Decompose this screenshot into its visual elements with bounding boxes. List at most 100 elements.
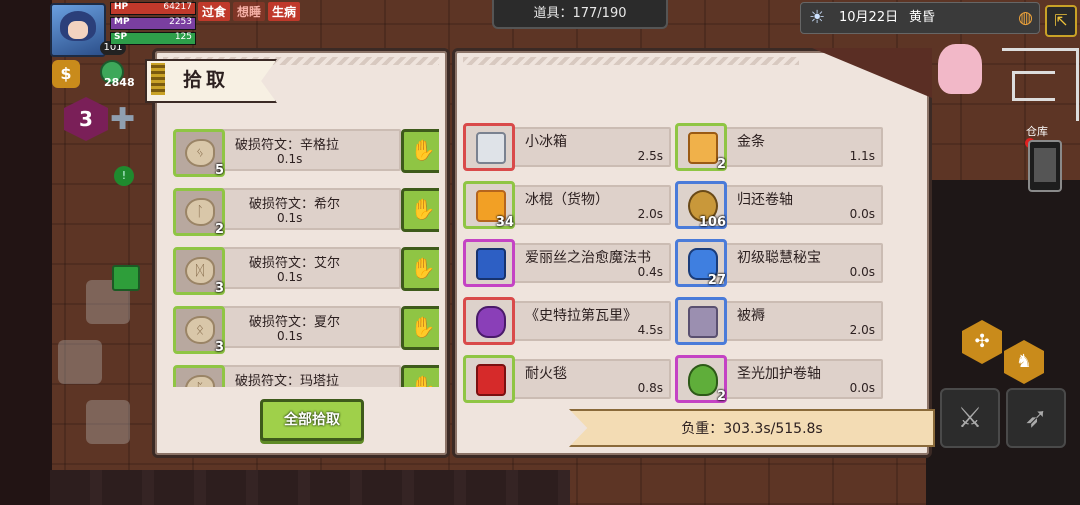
list-item[interactable]: ᛈ 破损符文：玛塔拉 ✋ xyxy=(169,359,439,387)
item-name: 归还卷轴 xyxy=(737,192,793,208)
inventory-panel: 小冰箱 2.5s 2 金条 1.1s 34 冰棍（货物） 2.0s 106 归还… xyxy=(452,48,935,458)
list-item[interactable]: 2 金条 1.1s xyxy=(673,121,885,179)
sword-icon[interactable]: ⚔ xyxy=(940,388,1000,448)
item-name: 《史特拉第瓦里》 xyxy=(525,308,637,324)
status-tag-sleepy[interactable]: 想睡 xyxy=(233,2,266,21)
item-weight: 1.1s xyxy=(849,149,875,163)
mp-bar: MP 2253 xyxy=(110,17,196,30)
item-slot[interactable] xyxy=(463,123,515,171)
mp-value: 2253 xyxy=(169,17,192,27)
plus-icon[interactable]: ✚ xyxy=(110,105,136,135)
item-qty: 3 xyxy=(214,281,224,296)
date-panel: ☀ 10月22日 黄昏 ◍ xyxy=(800,2,1040,34)
pickup-list[interactable]: ᛃ 5 破损符文：辛格拉 0.1s ✋ ᛚ 2 破损符文：希尔 0.1s ✋ ᛞ… xyxy=(169,123,439,387)
item-slot[interactable] xyxy=(463,355,515,403)
coin-icon[interactable]: $ xyxy=(52,60,80,88)
pickup-panel: 拾取 ᛃ 5 破损符文：辛格拉 0.1s ✋ ᛚ 2 破损符文：希尔 0.1s … xyxy=(145,48,450,458)
item-name: 爱丽丝之治愈魔法书 xyxy=(525,250,651,266)
storage-label: 仓库 xyxy=(1026,125,1048,138)
item-qty: 5 xyxy=(214,163,224,178)
list-item[interactable]: 34 冰棍（货物） 2.0s xyxy=(461,179,673,237)
dpad-down[interactable] xyxy=(86,400,130,444)
list-item[interactable]: ᛚ 2 破损符文：希尔 0.1s ✋ xyxy=(169,182,439,241)
holy-scroll-icon xyxy=(688,364,718,396)
list-item[interactable]: 《史特拉第瓦里》 4.5s xyxy=(461,295,673,353)
item-name: 破损符文：玛塔拉 xyxy=(235,374,340,387)
item-slot[interactable]: ᛚ 2 xyxy=(173,188,225,237)
portrait-face xyxy=(68,21,88,39)
globe-icon[interactable]: ◍ xyxy=(1018,7,1033,29)
item-slot[interactable] xyxy=(463,239,515,287)
list-item[interactable]: ᛃ 5 破损符文：辛格拉 0.1s ✋ xyxy=(169,123,439,182)
minimap[interactable] xyxy=(1002,48,1079,121)
item-name: 耐火毯 xyxy=(525,366,567,382)
item-weight: 2.0s xyxy=(849,323,875,337)
list-item[interactable]: 27 初级聪慧秘宝 0.0s xyxy=(673,237,885,295)
pick-all-button[interactable]: 全部拾取 xyxy=(260,399,364,441)
item-slot[interactable]: 34 xyxy=(463,181,515,230)
mp-label: MP xyxy=(114,17,130,27)
list-item[interactable]: 106 归还卷轴 0.0s xyxy=(673,179,885,237)
item-slot[interactable]: ᛟ 3 xyxy=(173,306,225,355)
pickup-hand-button[interactable]: ✋ xyxy=(401,129,439,173)
blanket-icon xyxy=(688,306,718,338)
item-name: 破损符文：夏尔 xyxy=(249,315,341,330)
dpad-left[interactable] xyxy=(58,340,102,384)
item-slot[interactable]: ᛃ 5 xyxy=(173,129,225,178)
item-slot[interactable] xyxy=(463,297,515,345)
item-slot[interactable]: 2 xyxy=(675,123,727,172)
list-item[interactable]: 小冰箱 2.5s xyxy=(461,121,673,179)
pickup-hand-button[interactable]: ✋ xyxy=(401,247,439,291)
pickup-hand-button[interactable]: ✋ xyxy=(401,365,439,387)
npc-bunny-girl[interactable] xyxy=(938,44,982,94)
bow-icon[interactable]: ➶ xyxy=(1006,388,1066,448)
date-text: 10月22日 xyxy=(839,10,899,25)
item-weight: 0.0s xyxy=(849,265,875,279)
item-slot[interactable]: 106 xyxy=(675,181,727,230)
item-weight: 2.5s xyxy=(637,149,663,163)
item-name: 圣光加护卷轴 xyxy=(737,366,821,382)
status-tag-overeat[interactable]: 过食 xyxy=(198,2,231,21)
item-qty: 2 xyxy=(214,222,224,237)
hp-value: 64217 xyxy=(163,2,192,12)
virtual-dpad[interactable] xyxy=(58,280,158,450)
list-item[interactable]: ᛞ 3 破损符文：艾尔 0.1s ✋ xyxy=(169,241,439,300)
item-name: 冰棍（货物） xyxy=(525,192,609,208)
carry-weight-text: 负重：303.3s/515.8s xyxy=(681,421,823,437)
item-weight: 4.5s xyxy=(637,323,663,337)
pickup-hand-button[interactable]: ✋ xyxy=(401,188,439,232)
sp-bar: SP 125 xyxy=(110,32,196,45)
list-item[interactable]: 2 圣光加护卷轴 0.0s xyxy=(673,353,885,411)
exit-icon[interactable]: ⇱ xyxy=(1045,5,1077,37)
item-qty: 2 xyxy=(716,389,726,404)
item-slot[interactable]: ᛞ 3 xyxy=(173,247,225,296)
list-item[interactable]: ᛟ 3 破损符文：夏尔 0.1s ✋ xyxy=(169,300,439,359)
item-slot[interactable]: ᛈ xyxy=(173,365,225,387)
item-qty: 27 xyxy=(707,273,726,288)
list-item[interactable]: 耐火毯 0.8s xyxy=(461,353,673,411)
hp-bar: HP 64217 xyxy=(110,2,196,15)
item-slot[interactable]: 2 xyxy=(675,355,727,404)
panel-border-pattern xyxy=(463,57,799,65)
item-weight: 2.0s xyxy=(637,207,663,221)
item-name: 被褥 xyxy=(737,308,765,324)
list-item[interactable]: 爱丽丝之治愈魔法书 0.4s xyxy=(461,237,673,295)
player-portrait[interactable] xyxy=(50,3,106,57)
item-name: 金条 xyxy=(737,134,765,150)
gem-count: 2848 xyxy=(104,76,135,89)
item-name: 破损符文：希尔 xyxy=(249,197,341,212)
item-name: 初级聪慧秘宝 xyxy=(737,250,821,266)
time-of-day: 黄昏 xyxy=(909,10,936,25)
status-tag-sick[interactable]: 生病 xyxy=(268,2,301,21)
sp-value: 125 xyxy=(174,32,192,42)
rune-icon: ᛞ xyxy=(185,257,215,285)
list-item[interactable]: 被褥 2.0s xyxy=(673,295,885,353)
item-slot[interactable] xyxy=(675,297,727,345)
phone-icon[interactable] xyxy=(1028,140,1062,192)
pickup-hand-button[interactable]: ✋ xyxy=(401,306,439,350)
rune-icon: ᛈ xyxy=(185,375,215,387)
item-weight: 0.1s xyxy=(277,270,303,284)
stat-bars: HP 64217 MP 2253 SP 125 xyxy=(110,2,196,47)
green-orb-icon: ! xyxy=(114,166,134,186)
item-slot[interactable]: 27 xyxy=(675,239,727,288)
